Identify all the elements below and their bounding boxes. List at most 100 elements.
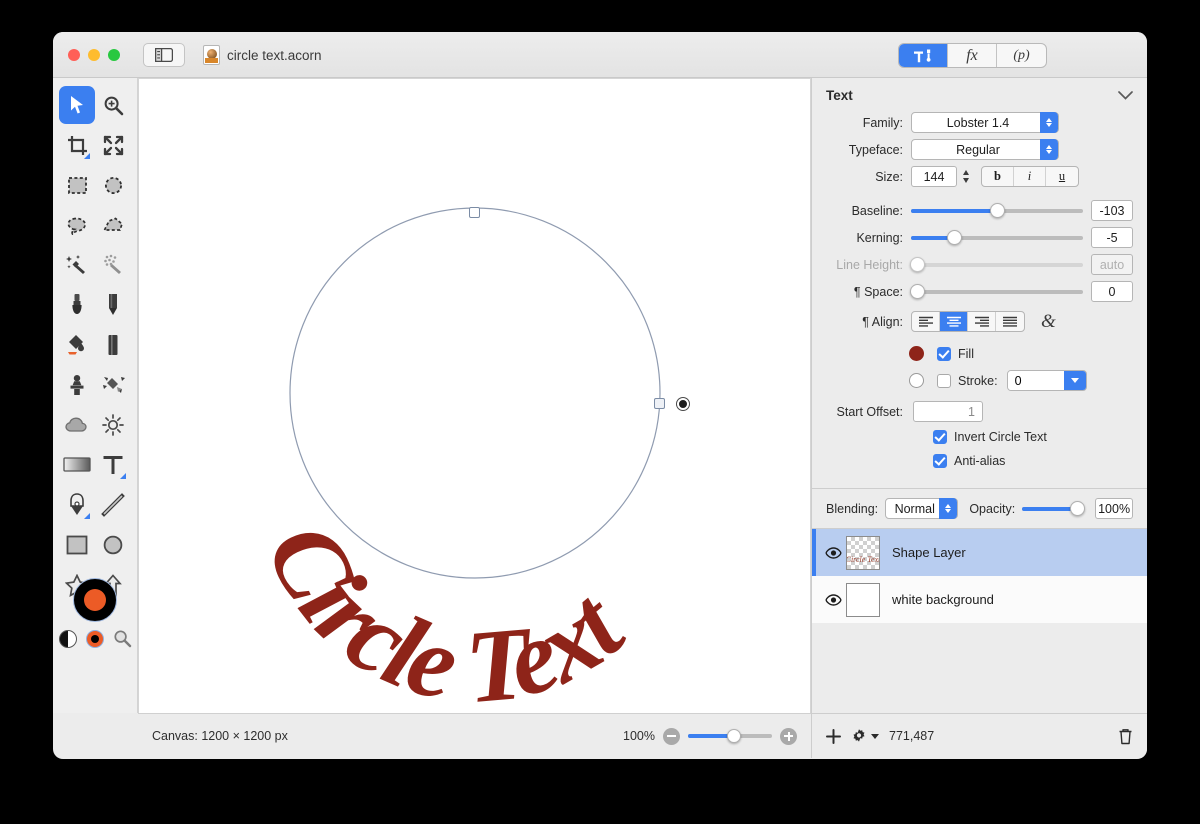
stepper-icon[interactable]	[1040, 139, 1058, 160]
font-family-select[interactable]: Lobster 1.4	[911, 112, 1059, 133]
gradient-tool[interactable]	[59, 446, 95, 484]
line-tool[interactable]	[95, 486, 131, 524]
text-tool[interactable]	[95, 446, 131, 484]
bold-button[interactable]: b	[982, 167, 1014, 186]
kerning-row: Kerning: -5	[812, 224, 1147, 251]
brush-tool[interactable]	[59, 286, 95, 324]
document-title[interactable]: circle text.acorn	[203, 45, 322, 65]
tab-tools[interactable]	[899, 44, 948, 67]
inspector-panel: Text Family: Lobster 1.4 Typeface: Regul…	[811, 78, 1147, 713]
plus-icon[interactable]	[826, 728, 841, 744]
stroke-checkbox[interactable]	[937, 373, 951, 388]
move-tool[interactable]	[59, 86, 95, 124]
lasso-tool[interactable]	[59, 206, 95, 244]
opacity-slider[interactable]	[1022, 500, 1086, 518]
sidebar-toggle-button[interactable]	[143, 43, 185, 67]
canvas[interactable]: Circle Text	[138, 78, 811, 723]
table-row[interactable]: Circle Text Shape Layer	[812, 529, 1147, 576]
zoom-out-icon[interactable]	[663, 727, 680, 745]
tool-submenu-indicator[interactable]	[84, 513, 90, 519]
stroke-color-swatch[interactable]	[909, 373, 924, 388]
tool-submenu-indicator[interactable]	[120, 473, 126, 479]
swap-colors-icon[interactable]	[58, 629, 77, 648]
minimize-button[interactable]	[88, 49, 100, 61]
dashed-ellipse-icon	[104, 176, 122, 194]
close-button[interactable]	[68, 49, 80, 61]
layer-visibility-icon[interactable]	[820, 593, 846, 606]
stepper-icon[interactable]	[939, 498, 958, 519]
invert-circle-text-checkbox[interactable]	[933, 430, 947, 444]
chevron-down-icon[interactable]	[1063, 371, 1086, 390]
chevron-down-icon[interactable]	[1118, 91, 1133, 100]
align-row: ¶ Align: &	[812, 308, 1147, 335]
ellipse-shape-tool[interactable]	[95, 526, 131, 564]
magic-wand-tool[interactable]	[59, 246, 95, 284]
align-center-button[interactable]	[940, 312, 968, 331]
kerning-slider[interactable]	[911, 229, 1083, 247]
top-resize-handle[interactable]	[469, 207, 480, 218]
zoom-in-icon[interactable]	[780, 727, 797, 745]
align-left-button[interactable]	[912, 312, 940, 331]
stroke-width-input[interactable]: 0	[1006, 370, 1087, 391]
right-resize-handle[interactable]	[654, 398, 665, 409]
polygon-lasso-tool[interactable]	[95, 206, 131, 244]
fill-label: Fill	[958, 346, 974, 361]
line-height-slider[interactable]	[910, 256, 1083, 274]
layer-visibility-icon[interactable]	[820, 546, 846, 559]
fill-checkbox[interactable]	[937, 346, 951, 361]
tool-submenu-indicator[interactable]	[84, 153, 90, 159]
align-right-button[interactable]	[968, 312, 996, 331]
transform-tool[interactable]	[95, 126, 131, 164]
layer-thumbnail[interactable]	[846, 582, 880, 617]
bezier-pen-tool[interactable]	[59, 486, 95, 524]
zoom-controls: 100%	[623, 727, 797, 745]
kerning-input[interactable]: -5	[1091, 227, 1133, 248]
select-similar-tool[interactable]	[95, 246, 131, 284]
stepper-icon[interactable]	[1040, 112, 1058, 133]
blending-mode-select[interactable]: Normal	[885, 498, 959, 519]
opacity-input[interactable]: 100%	[1095, 498, 1133, 519]
start-offset-input[interactable]: 1	[913, 401, 983, 422]
default-colors-icon[interactable]	[85, 629, 104, 648]
crop-tool[interactable]	[59, 126, 95, 164]
zoom-button[interactable]	[108, 49, 120, 61]
zoom-slider[interactable]	[688, 728, 772, 745]
space-row: ¶ Space: 0	[812, 278, 1147, 305]
eraser-tool[interactable]	[95, 326, 131, 364]
rotation-knob[interactable]	[677, 398, 689, 410]
anti-alias-checkbox[interactable]	[933, 454, 947, 468]
table-row[interactable]: white background	[812, 576, 1147, 623]
typeface-select[interactable]: Regular	[911, 139, 1059, 160]
align-justify-button[interactable]	[996, 312, 1024, 331]
rectangle-shape-tool[interactable]	[59, 526, 95, 564]
layer-settings-button[interactable]	[851, 728, 879, 744]
ampersand-glyph-icon[interactable]: &	[1041, 311, 1056, 333]
underline-button[interactable]: u	[1046, 167, 1078, 186]
space-input[interactable]: 0	[1091, 281, 1133, 302]
rectangular-select-tool[interactable]	[59, 166, 95, 204]
zoom-tool[interactable]	[95, 86, 131, 124]
smudge-tool[interactable]	[95, 366, 131, 404]
space-slider[interactable]	[910, 283, 1083, 301]
elliptical-select-tool[interactable]	[95, 166, 131, 204]
pencil-tool[interactable]	[95, 286, 131, 324]
trash-icon[interactable]	[1118, 728, 1133, 745]
line-height-input[interactable]: auto	[1091, 254, 1133, 275]
baseline-slider[interactable]	[911, 202, 1083, 220]
paint-bucket-tool[interactable]	[59, 326, 95, 364]
foreground-background-color-swatch[interactable]	[73, 578, 117, 622]
dodge-tool[interactable]	[95, 406, 131, 444]
baseline-input[interactable]: -103	[1091, 200, 1133, 221]
start-offset-row: Start Offset: 1	[812, 398, 1147, 425]
tab-fx[interactable]: fx	[948, 44, 997, 67]
italic-button[interactable]: i	[1014, 167, 1046, 186]
color-picker-magnifier-icon[interactable]	[113, 629, 132, 648]
inspector-tab-group: fx (p)	[898, 43, 1047, 68]
font-size-stepper[interactable]	[963, 170, 969, 183]
fill-color-swatch[interactable]	[909, 346, 924, 361]
layer-thumbnail[interactable]: Circle Text	[846, 535, 880, 570]
font-size-input[interactable]: 144	[911, 166, 957, 187]
blur-tool[interactable]	[59, 406, 95, 444]
clone-stamp-tool[interactable]	[59, 366, 95, 404]
tab-presets[interactable]: (p)	[997, 44, 1046, 67]
